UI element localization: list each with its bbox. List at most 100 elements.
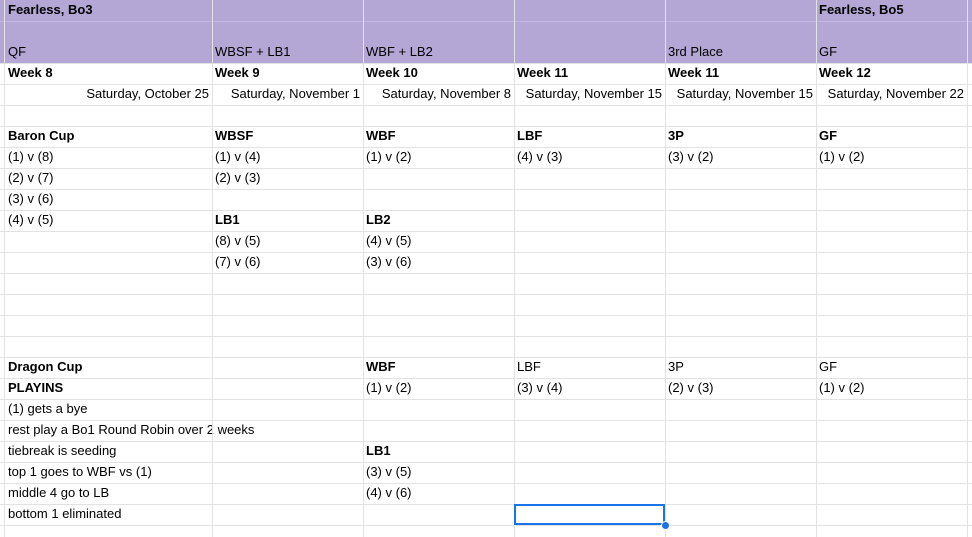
dragon-lb1-match[interactable]: (4) v (6) xyxy=(363,483,415,504)
row-gridline xyxy=(0,336,972,337)
dragon-heading-row[interactable]: Dragon Cup WBF LBF 3P GF xyxy=(0,357,972,378)
week-wbf[interactable]: Week 10 xyxy=(363,63,421,84)
date-gf[interactable]: Saturday, November 22 xyxy=(816,84,967,105)
selected-cell-outline[interactable] xyxy=(514,504,665,525)
date-wbsf[interactable]: Saturday, November 1 xyxy=(212,84,363,105)
baron-qf-match[interactable]: (3) v (6) xyxy=(5,189,57,210)
baron-lb2-head[interactable]: LB2 xyxy=(363,210,394,231)
baron-wbsf-match[interactable]: (1) v (4) xyxy=(212,147,264,168)
dragon-note[interactable]: top 1 goes to WBF vs (1) xyxy=(5,462,155,483)
date-wbf[interactable]: Saturday, November 8 xyxy=(363,84,514,105)
dragon-note[interactable]: (1) gets a bye xyxy=(5,399,91,420)
header-row-stages[interactable]: QF WBSF + LB1 WBF + LB2 3rd Place GF xyxy=(0,42,972,63)
baron-lbf-head[interactable]: LBF xyxy=(514,126,545,147)
fill-handle[interactable] xyxy=(661,521,670,530)
dragon-lbf-match[interactable]: (3) v (4) xyxy=(514,378,566,399)
row-gridline xyxy=(0,357,972,358)
baron-lbf-match[interactable]: (4) v (3) xyxy=(514,147,566,168)
dragon-row-2[interactable]: (1) gets a bye xyxy=(0,399,972,420)
baron-row-3[interactable]: (3) v (6) xyxy=(0,189,972,210)
date-qf[interactable]: Saturday, October 25 xyxy=(5,84,212,105)
dates-row[interactable]: Saturday, October 25 Saturday, November … xyxy=(0,84,972,105)
format-bo5-label[interactable]: Fearless, Bo5 xyxy=(816,0,907,21)
dragon-row-5[interactable]: top 1 goes to WBF vs (1) (3) v (5) xyxy=(0,462,972,483)
baron-wbf-match[interactable]: (1) v (2) xyxy=(363,147,415,168)
weeks-row[interactable]: Week 8 Week 9 Week 10 Week 11 Week 11 We… xyxy=(0,63,972,84)
baron-row-5[interactable]: (8) v (5) (4) v (5) xyxy=(0,231,972,252)
baron-row-6[interactable]: (7) v (6) (3) v (6) xyxy=(0,252,972,273)
baron-qf-match[interactable]: (1) v (8) xyxy=(5,147,57,168)
dragon-3p-head[interactable]: 3P xyxy=(665,357,687,378)
baron-row-4[interactable]: (4) v (5) LB1 LB2 xyxy=(0,210,972,231)
row-gridline xyxy=(0,504,972,505)
dragon-cup-title[interactable]: Dragon Cup xyxy=(5,357,85,378)
row-gridline xyxy=(0,84,972,85)
row-gridline xyxy=(0,210,972,211)
baron-wbf-head[interactable]: WBF xyxy=(363,126,399,147)
week-qf[interactable]: Week 8 xyxy=(5,63,56,84)
dragon-note[interactable]: bottom 1 eliminated xyxy=(5,504,124,525)
baron-lb1-match[interactable]: (7) v (6) xyxy=(212,252,264,273)
baron-row-1[interactable]: (1) v (8) (1) v (4) (1) v (2) (4) v (3) … xyxy=(0,147,972,168)
row-gridline xyxy=(0,399,972,400)
week-gf[interactable]: Week 12 xyxy=(816,63,874,84)
dragon-note[interactable]: middle 4 go to LB xyxy=(5,483,112,504)
baron-lb2-match[interactable]: (4) v (5) xyxy=(363,231,415,252)
dragon-note[interactable]: tiebreak is seeding xyxy=(5,441,119,462)
stage-qf[interactable]: QF xyxy=(5,42,29,63)
stage-wbsf-lb1[interactable]: WBSF + LB1 xyxy=(212,42,294,63)
dragon-wbf-head[interactable]: WBF xyxy=(363,357,399,378)
dragon-gf-match[interactable]: (1) v (2) xyxy=(816,378,868,399)
dragon-lbf-head[interactable]: LBF xyxy=(514,357,544,378)
stage-wbf-lb2[interactable]: WBF + LB2 xyxy=(363,42,436,63)
baron-wbsf-head[interactable]: WBSF xyxy=(212,126,256,147)
baron-wbsf-match[interactable]: (2) v (3) xyxy=(212,168,264,189)
row-gridline xyxy=(0,252,972,253)
baron-lb1-head[interactable]: LB1 xyxy=(212,210,243,231)
week-lbf[interactable]: Week 11 xyxy=(514,63,571,84)
dragon-row-4[interactable]: tiebreak is seeding LB1 xyxy=(0,441,972,462)
row-gridline xyxy=(0,168,972,169)
dragon-note[interactable]: rest play a Bo1 Round Robin over 2 weeks xyxy=(5,420,257,441)
dragon-lb1-head[interactable]: LB1 xyxy=(363,441,394,462)
date-3p[interactable]: Saturday, November 15 xyxy=(665,84,816,105)
week-3p[interactable]: Week 11 xyxy=(665,63,722,84)
baron-qf-match[interactable]: (2) v (7) xyxy=(5,168,57,189)
format-bo3-label[interactable]: Fearless, Bo3 xyxy=(5,0,96,21)
dragon-playins-label[interactable]: PLAYINS xyxy=(5,378,66,399)
column-gridline xyxy=(212,0,213,537)
header-divider xyxy=(0,21,972,22)
dragon-row-1[interactable]: PLAYINS (1) v (2) (3) v (4) (2) v (3) (1… xyxy=(0,378,972,399)
column-gridline xyxy=(967,0,968,537)
row-gridline xyxy=(0,231,972,232)
dragon-lb1-match[interactable]: (3) v (5) xyxy=(363,462,415,483)
baron-lb1-match[interactable]: (8) v (5) xyxy=(212,231,264,252)
column-gridline xyxy=(816,0,817,537)
dragon-row-6[interactable]: middle 4 go to LB (4) v (6) xyxy=(0,483,972,504)
dragon-gf-head[interactable]: GF xyxy=(816,357,840,378)
baron-heading-row[interactable]: Baron Cup WBSF WBF LBF 3P GF xyxy=(0,126,972,147)
row-gridline xyxy=(0,378,972,379)
row-gridline xyxy=(0,105,972,106)
row-gridline xyxy=(0,525,972,526)
date-lbf[interactable]: Saturday, November 15 xyxy=(514,84,665,105)
row-gridline xyxy=(0,441,972,442)
baron-gf-head[interactable]: GF xyxy=(816,126,840,147)
row-gridline xyxy=(0,189,972,190)
row-gridline xyxy=(0,420,972,421)
baron-qf-match[interactable]: (4) v (5) xyxy=(5,210,57,231)
dragon-row-7[interactable]: bottom 1 eliminated xyxy=(0,504,972,525)
baron-3p-head[interactable]: 3P xyxy=(665,126,687,147)
dragon-wbf-match[interactable]: (1) v (2) xyxy=(363,378,415,399)
baron-row-2[interactable]: (2) v (7) (2) v (3) xyxy=(0,168,972,189)
stage-3rd-place[interactable]: 3rd Place xyxy=(665,42,726,63)
stage-gf[interactable]: GF xyxy=(816,42,840,63)
dragon-3p-match[interactable]: (2) v (3) xyxy=(665,378,717,399)
week-wbsf[interactable]: Week 9 xyxy=(212,63,263,84)
row-gridline xyxy=(0,147,972,148)
baron-cup-title[interactable]: Baron Cup xyxy=(5,126,77,147)
baron-3p-match[interactable]: (3) v (2) xyxy=(665,147,717,168)
baron-lb2-match[interactable]: (3) v (6) xyxy=(363,252,415,273)
dragon-row-3[interactable]: rest play a Bo1 Round Robin over 2 weeks xyxy=(0,420,972,441)
baron-gf-match[interactable]: (1) v (2) xyxy=(816,147,868,168)
